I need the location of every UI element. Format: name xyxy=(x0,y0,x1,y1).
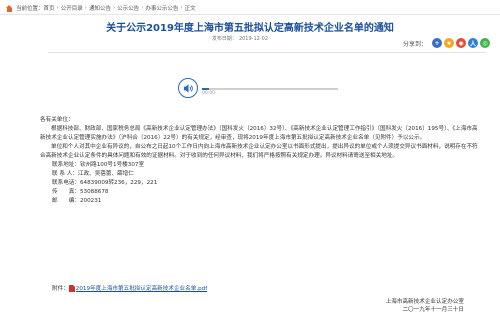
breadcrumb-item-current: 正文 xyxy=(184,6,196,12)
audio-progress-track[interactable] xyxy=(202,88,338,90)
pdf-icon xyxy=(68,284,75,292)
share-label: 分享到： xyxy=(402,40,427,48)
breadcrumb-item-home[interactable]: 首页 xyxy=(44,4,55,12)
publish-date-label: 发布日期： xyxy=(211,36,237,42)
contact-fax: 传 真：53088678 xyxy=(52,189,109,195)
home-icon xyxy=(6,4,13,12)
signature-org: 上海市高新技术企业认定办公室 xyxy=(385,299,464,305)
paragraph-objection: 单位和个人对其中企业有异议的，自公布之日起10个工作日内向上海市高新技术企业认定… xyxy=(40,144,478,159)
breadcrumb-item-notices[interactable]: 通知公告 xyxy=(89,4,111,12)
contact-address: 联系地址：钦州路100号1号楼307室 xyxy=(52,162,145,168)
breadcrumb-separator: › xyxy=(56,5,59,11)
attachment: 附件： 2019年度上海市第五批拟认定高新技术企业名单.pdf xyxy=(52,284,207,292)
breadcrumb-separator: › xyxy=(141,5,144,11)
publish-date-value: 2019-12-02 xyxy=(238,36,268,42)
breadcrumb-prefix: 当前位置： xyxy=(16,6,44,12)
publish-date: 发布日期： 2019-12-02 xyxy=(210,35,268,42)
greeting: 各有关单位： xyxy=(40,117,74,123)
share-bar: 分享到： + ★ ◉ 人 ◎ xyxy=(403,38,490,48)
audio-progress-fill xyxy=(202,88,209,90)
top-divider xyxy=(0,14,500,15)
attachment-label: 附件： xyxy=(52,286,69,292)
audio-time: 00:00 xyxy=(202,91,215,96)
signature: 上海市高新技术企业认定办公室 二〇一九年十一月三十日 xyxy=(386,298,464,314)
weibo-icon[interactable]: ◉ xyxy=(456,38,466,48)
article-body: 各有关单位： 根据科技部、财政部、国家税务总局《高新技术企业认定管理办法》（国科… xyxy=(40,116,482,206)
signature-date: 二〇一九年十一月三十日 xyxy=(402,307,464,313)
contact-phone: 联系电话：64839009转236，229，221 xyxy=(52,180,158,186)
breadcrumb-item-service-notices[interactable]: 办事公示公告 xyxy=(145,4,178,12)
breadcrumb-item-public-notices[interactable]: 公示公告 xyxy=(117,4,139,12)
breadcrumb-separator: › xyxy=(84,5,87,11)
breadcrumb: 当前位置： 首页 › 公开目录 › 通知公告 › 公示公告 › 办事公示公告 ›… xyxy=(6,3,196,13)
qzone-icon[interactable]: ★ xyxy=(444,38,454,48)
title-divider xyxy=(48,52,486,53)
contact-postcode: 邮 编：200231 xyxy=(52,198,102,204)
paragraph-basis: 根据科技部、财政部、国家税务总局《高新技术企业认定管理办法》（国科发火〔2016… xyxy=(40,126,478,141)
breadcrumb-separator: › xyxy=(180,5,183,11)
breadcrumb-separator: › xyxy=(112,5,116,11)
plus-icon[interactable]: + xyxy=(432,38,442,48)
speaker-icon[interactable] xyxy=(178,78,198,98)
breadcrumb-item-catalog[interactable]: 公开目录 xyxy=(61,4,83,12)
page-title: 关于公示2019年度上海市第五批拟认定高新技术企业名单的通知 xyxy=(106,23,394,34)
audio-player: 00:00 xyxy=(178,78,338,98)
renren-icon[interactable]: 人 xyxy=(468,38,478,48)
contact-person: 联 系 人：江政、吴蓓蕾、薛增仁 xyxy=(52,171,134,177)
wechat-icon[interactable]: ◎ xyxy=(480,38,490,48)
attachment-link[interactable]: 2019年度上海市第五批拟认定高新技术企业名单.pdf xyxy=(76,284,207,292)
